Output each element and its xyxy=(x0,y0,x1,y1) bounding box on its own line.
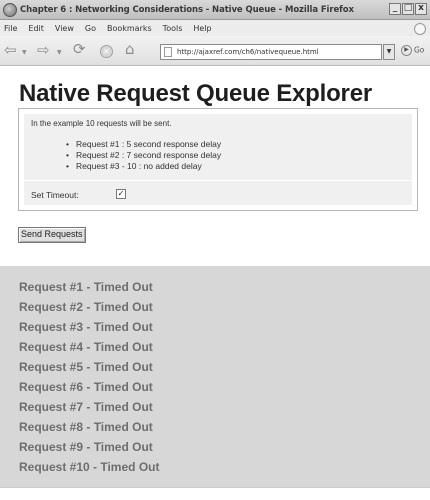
menu-file[interactable]: File xyxy=(4,24,17,33)
page-bottom-strip xyxy=(0,487,430,500)
result-line: Request #8 - Timed Out xyxy=(19,420,153,434)
maximize-button[interactable]: □ xyxy=(402,3,414,15)
close-button[interactable]: x xyxy=(415,3,427,15)
firefox-icon xyxy=(3,2,17,17)
forward-dropdown-icon[interactable]: ▼ xyxy=(57,49,62,56)
menu-go[interactable]: Go xyxy=(85,24,96,33)
reload-icon[interactable]: ⟳ xyxy=(73,42,86,57)
forward-arrow-icon[interactable]: ⇨ xyxy=(37,43,50,58)
menu-tools[interactable]: Tools xyxy=(163,24,183,33)
window-title: Chapter 6 : Networking Considerations - … xyxy=(20,4,354,15)
go-button[interactable]: ▶ Go xyxy=(401,45,424,56)
timeout-row: Set Timeout: ✓ xyxy=(24,180,412,206)
request-list: • Request #1 : 5 second response delay • R… xyxy=(66,139,221,172)
result-line: Request #7 - Timed Out xyxy=(19,400,153,414)
menu-edit[interactable]: Edit xyxy=(28,24,44,33)
result-line: Request #5 - Timed Out xyxy=(19,360,153,374)
address-bar[interactable]: http://ajaxref.com/ch6/nativequeue.html xyxy=(160,44,382,60)
timeout-checkbox[interactable]: ✓ xyxy=(116,189,126,199)
results-area: Request #1 - Timed Out Request #2 - Time… xyxy=(0,266,430,487)
go-arrow-icon: ▶ xyxy=(401,45,412,56)
result-line: Request #1 - Timed Out xyxy=(19,280,153,294)
result-line: Request #9 - Timed Out xyxy=(19,440,153,454)
timeout-label: Set Timeout: xyxy=(31,190,79,200)
navigation-toolbar: ⇦ ▼ ⇨ ▼ ⟳ ✕ ⌂ http://ajaxref.com/ch6/nat… xyxy=(0,36,430,66)
window-title-bar: Chapter 6 : Networking Considerations - … xyxy=(0,0,430,20)
request-config-panel: In the example 10 requests will be sent.… xyxy=(18,108,418,211)
result-line: Request #3 - Timed Out xyxy=(19,320,153,334)
address-dropdown-button[interactable]: ▼ xyxy=(383,44,395,60)
address-url: http://ajaxref.com/ch6/nativequeue.html xyxy=(177,48,319,56)
stop-icon[interactable]: ✕ xyxy=(100,45,113,58)
home-icon[interactable]: ⌂ xyxy=(125,42,135,57)
go-label: Go xyxy=(414,45,425,55)
menu-view[interactable]: View xyxy=(55,24,74,33)
menu-bookmarks[interactable]: Bookmarks xyxy=(107,24,152,33)
request-config-inner: In the example 10 requests will be sent.… xyxy=(24,114,412,205)
back-arrow-icon[interactable]: ⇦ xyxy=(4,43,17,58)
list-item: • Request #1 : 5 second response delay xyxy=(66,139,222,149)
activity-throbber-icon xyxy=(414,23,426,35)
intro-text: In the example 10 requests will be sent. xyxy=(31,119,172,128)
list-item: • Request #3 - 10 : no added delay xyxy=(66,161,202,171)
back-dropdown-icon[interactable]: ▼ xyxy=(22,49,27,56)
list-item: • Request #2 : 7 second response delay xyxy=(66,150,222,160)
result-line: Request #4 - Timed Out xyxy=(19,340,153,354)
minimize-button[interactable]: _ xyxy=(389,3,401,15)
menu-bar: File Edit View Go Bookmarks Tools Help xyxy=(0,20,430,36)
result-line: Request #2 - Timed Out xyxy=(19,300,153,314)
page-icon xyxy=(164,47,172,57)
window-controls: _ □ x xyxy=(389,3,427,15)
result-line: Request #6 - Timed Out xyxy=(19,380,153,394)
page-title: Native Request Queue Explorer xyxy=(19,80,372,107)
menu-help[interactable]: Help xyxy=(193,24,211,33)
result-line: Request #10 - Timed Out xyxy=(19,460,160,474)
send-requests-button[interactable]: Send Requests xyxy=(18,227,86,243)
